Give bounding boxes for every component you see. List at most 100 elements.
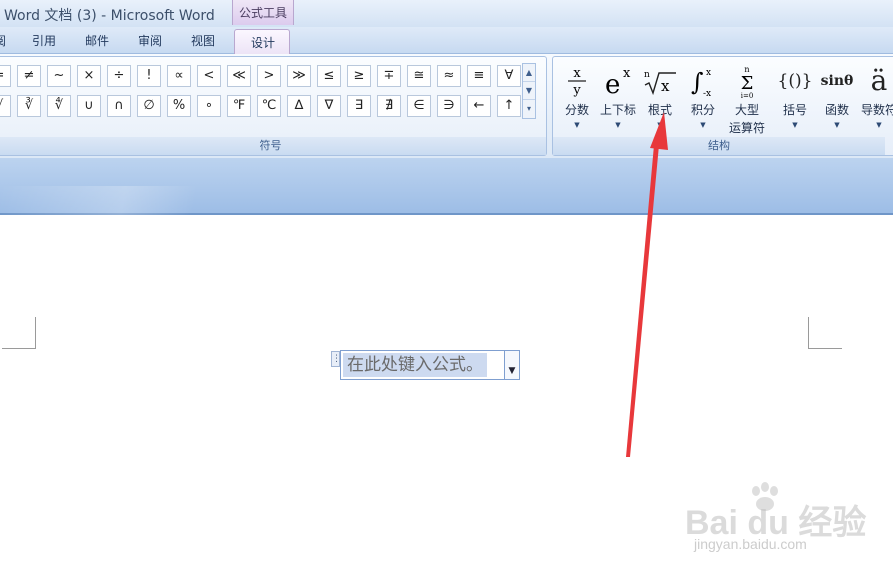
svg-text:x: x	[623, 66, 631, 81]
equation-placeholder[interactable]: 在此处键入公式。	[343, 353, 487, 377]
symbol-button[interactable]: ℉	[227, 95, 251, 117]
script-icon: ex	[597, 63, 639, 100]
symbol-button[interactable]: ∓	[377, 65, 401, 87]
chevron-down-icon: ▼	[700, 121, 706, 129]
structure-bracket[interactable]: {()} 括号 ▼	[774, 61, 816, 137]
symbol-button[interactable]: ∛	[17, 95, 41, 117]
structure-label: 积分	[690, 103, 715, 117]
chevron-down-icon: ▼	[657, 121, 663, 129]
symbol-button[interactable]: ≪	[227, 65, 251, 87]
symbols-gallery-scroll[interactable]: ▲ ▼ ▾	[522, 63, 536, 119]
tab-view[interactable]: 视图	[191, 32, 215, 49]
margin-corner-left	[2, 317, 36, 349]
structure-label: 分数	[564, 103, 589, 117]
svg-text:x: x	[661, 77, 670, 95]
symbol-button[interactable]: ∈	[407, 95, 431, 117]
symbol-button[interactable]: >	[257, 65, 281, 87]
symbol-button[interactable]: √	[0, 95, 11, 117]
tab-design-label: 设计	[251, 36, 276, 50]
header-band-highlight	[0, 186, 893, 215]
symbol-button[interactable]: ↑	[497, 95, 521, 117]
structure-large-operator[interactable]: n Σi=0 大型 运算符	[726, 61, 768, 137]
structure-label: 函数	[824, 103, 849, 117]
structure-label: 括号	[782, 103, 807, 117]
symbol-button[interactable]: ≤	[317, 65, 341, 87]
structure-radical[interactable]: nx 根式 ▼	[639, 61, 681, 137]
symbol-button[interactable]: ≅	[407, 65, 431, 87]
symbol-button[interactable]: ←	[467, 95, 491, 117]
scroll-up-icon[interactable]: ▲	[523, 64, 535, 82]
structure-accent[interactable]: ä 导数符 ▼	[858, 61, 893, 137]
structures-group: xy 分数 ▼ ex 上下标 ▼ nx 根式 ▼ ∫ x -x 积分 ▼ n Σ…	[552, 56, 893, 156]
svg-text:-x: -x	[703, 89, 711, 99]
tab-review[interactable]: 审阅	[138, 32, 162, 49]
structures-group-label: 结构	[553, 137, 885, 155]
function-icon: sinθ	[820, 73, 854, 89]
symbol-button[interactable]: ≈	[437, 65, 461, 87]
gallery-more-icon[interactable]: ▾	[523, 100, 535, 118]
structure-function[interactable]: sinθ 函数 ▼	[816, 61, 858, 137]
symbol-button[interactable]: ≥	[347, 65, 371, 87]
tab-references[interactable]: 引用	[32, 32, 56, 49]
symbol-button[interactable]: !	[137, 65, 161, 87]
svg-text:y: y	[572, 83, 581, 98]
symbols-group: = ≠ ~ × ÷! ∝ < ≪ > ≫ ≤ ≥ ∓ ≅ ≈ ≡ ∀ √ ∛ ∜ ∪ ∩ ∅% ∘ ℉ ℃ ∆ ∇ ∃ ∄ ∈ ∋ ← ↑ ▲ …	[0, 56, 547, 156]
tab-design[interactable]: 设计	[234, 29, 290, 55]
chevron-down-icon: ▼	[876, 121, 882, 129]
structure-script[interactable]: ex 上下标 ▼	[597, 61, 639, 137]
symbol-button[interactable]: ∃	[347, 95, 371, 117]
symbol-button[interactable]: ∅	[137, 95, 161, 117]
chevron-down-icon: ▼	[792, 121, 798, 129]
structure-label: 导数符	[860, 103, 893, 117]
equation-move-handle-icon[interactable]: ⋮	[331, 351, 341, 367]
tab-mailings[interactable]: 邮件	[85, 32, 109, 49]
symbol-button[interactable]: ∝	[167, 65, 191, 87]
symbol-button[interactable]: ∄	[377, 95, 401, 117]
symbol-button[interactable]: ∀	[497, 65, 521, 87]
equation-options-chevron-icon[interactable]: ▼	[504, 351, 519, 379]
scroll-down-icon[interactable]: ▼	[523, 82, 535, 100]
symbol-button[interactable]: ∩	[107, 95, 131, 117]
symbol-button[interactable]: ℃	[257, 95, 281, 117]
symbol-button[interactable]: ÷	[107, 65, 131, 87]
symbol-button[interactable]: ∜	[47, 95, 71, 117]
symbol-button[interactable]: ≫	[287, 65, 311, 87]
symbol-button[interactable]: ∘	[197, 95, 221, 117]
fraction-icon: xy	[556, 63, 598, 99]
window-title: Word 文档 (3) - Microsoft Word	[4, 8, 215, 24]
structure-label: 根式	[647, 103, 672, 117]
svg-text:∫: ∫	[691, 68, 704, 96]
structure-label: 大型	[734, 103, 759, 117]
title-bar: Word 文档 (3) - Microsoft Word 公式工具	[0, 0, 893, 27]
chevron-down-icon: ▼	[574, 121, 580, 129]
equation-tools-context-group: 公式工具	[232, 0, 294, 25]
accent-icon: ä	[870, 64, 888, 97]
margin-corner-right	[808, 317, 842, 349]
equation-box[interactable]: 在此处键入公式。 ▼	[340, 350, 520, 380]
context-group-label: 公式工具	[239, 6, 288, 20]
symbol-button[interactable]: ≡	[467, 65, 491, 87]
symbol-button[interactable]: %	[167, 95, 191, 117]
svg-text:x: x	[573, 66, 581, 81]
ribbon-tab-row: 阅 引用 邮件 审阅 视图 设计	[0, 27, 893, 55]
symbol-button[interactable]: <	[197, 65, 221, 87]
structure-label: 上下标	[599, 103, 636, 117]
symbol-button[interactable]: =	[0, 65, 11, 87]
svg-text:Σ: Σ	[741, 73, 754, 94]
symbol-button[interactable]: ∋	[437, 95, 461, 117]
svg-text:i=0: i=0	[741, 92, 754, 99]
symbol-button[interactable]: ∇	[317, 95, 341, 117]
symbol-button[interactable]: ~	[47, 65, 71, 87]
symbol-button[interactable]: ×	[77, 65, 101, 87]
tab-review-partial[interactable]: 阅	[0, 32, 6, 49]
structure-integral[interactable]: ∫ x -x 积分 ▼	[682, 61, 724, 137]
symbol-button[interactable]: ≠	[17, 65, 41, 87]
symbols-group-label: 符号	[0, 137, 546, 155]
structure-fraction[interactable]: xy 分数 ▼	[556, 61, 598, 137]
symbol-button[interactable]: ∆	[287, 95, 311, 117]
radical-icon: nx	[639, 63, 681, 99]
svg-text:x: x	[706, 68, 711, 78]
document-header-band	[0, 158, 893, 215]
symbol-button[interactable]: ∪	[77, 95, 101, 117]
integral-icon: ∫ x -x	[682, 63, 724, 99]
